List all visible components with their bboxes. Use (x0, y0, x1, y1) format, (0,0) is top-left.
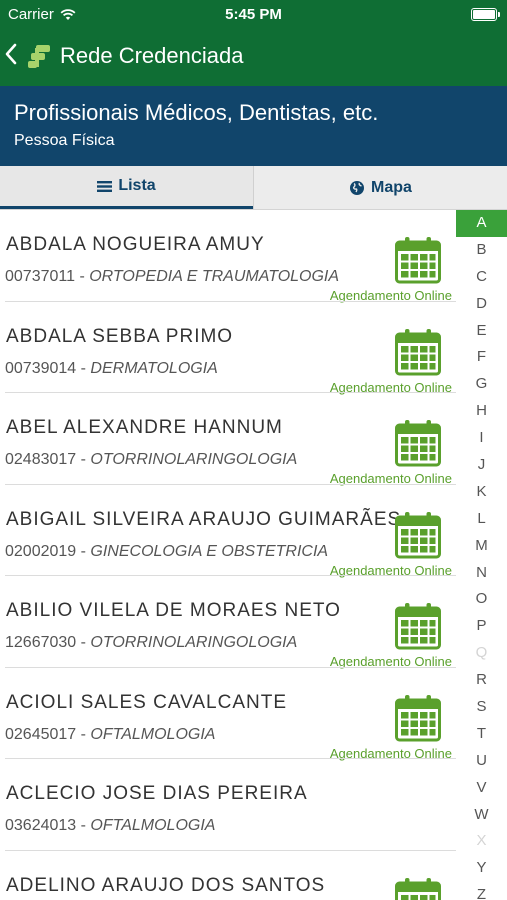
top-bar: Carrier 5:45 PM Rede Credenciada (0, 0, 507, 86)
calendar-icon[interactable] (395, 877, 441, 900)
index-letter-j[interactable]: J (456, 452, 507, 479)
index-letter-g[interactable]: G (456, 371, 507, 398)
nav-title: Rede Credenciada (60, 43, 244, 68)
index-letter-p[interactable]: P (456, 613, 507, 640)
provider-name: ABDALA NOGUEIRA AMUY (6, 234, 265, 255)
meta-separator: - (76, 451, 91, 468)
index-letter-v[interactable]: V (456, 775, 507, 802)
index-letter-n[interactable]: N (456, 560, 507, 587)
calendar-icon[interactable] (395, 694, 441, 742)
provider-row[interactable]: ADELINO ARAUJO DOS SANTOS Agendamento On… (0, 851, 456, 900)
provider-meta: 02002019 - GINECOLOGIA E OBSTETRICIA (5, 543, 328, 561)
index-letter-c[interactable]: C (456, 264, 507, 291)
meta-separator: - (76, 725, 91, 743)
meta-separator: - (76, 817, 91, 834)
nav-bar: Rede Credenciada (0, 38, 507, 74)
tab-mapa-label: Mapa (371, 178, 412, 196)
tab-lista[interactable]: Lista (0, 166, 253, 209)
provider-name: ACLECIO JOSE DIAS PEREIRA (6, 783, 308, 804)
provider-specialty: GINECOLOGIA E OBSTETRICIA (90, 542, 329, 560)
provider-specialty: ORTOPEDIA E TRAUMATOLOGIA (89, 268, 340, 285)
index-letter-s[interactable]: S (456, 694, 507, 721)
meta-separator: - (76, 542, 91, 560)
tab-mapa[interactable]: Mapa (253, 166, 507, 209)
provider-code: 00737011 (5, 268, 75, 285)
index-letter-z[interactable]: Z (456, 882, 507, 900)
provider-code: 02483017 (5, 451, 77, 468)
provider-name: ACIOLI SALES CAVALCANTE (6, 691, 287, 713)
index-letter-e[interactable]: E (456, 318, 507, 345)
index-letter-a[interactable]: A (456, 210, 507, 237)
index-letter-u[interactable]: U (456, 748, 507, 775)
provider-specialty: OFTALMOLOGIA (90, 725, 216, 743)
provider-name: ADELINO ARAUJO DOS SANTOS (6, 874, 326, 896)
index-letter-k[interactable]: K (456, 479, 507, 506)
provider-row[interactable]: ABEL ALEXANDRE HANNUM 02483017 - OTORRINO… (0, 393, 456, 486)
provider-meta: 03624013 - OFTALMOLOGIA (5, 817, 215, 835)
index-letter-r[interactable]: R (456, 667, 507, 694)
index-letter-f[interactable]: F (456, 344, 507, 371)
provider-name: ABEL ALEXANDRE HANNUM (6, 417, 283, 438)
index-letter-t[interactable]: T (456, 721, 507, 748)
brand-logo-icon (28, 45, 50, 68)
back-button[interactable] (4, 43, 24, 69)
tab-lista-label: Lista (118, 177, 156, 194)
index-letter-m[interactable]: M (456, 533, 507, 560)
index-letter-h[interactable]: H (456, 398, 507, 425)
chevron-left-icon (5, 43, 17, 65)
provider-specialty: DERMATOLOGIA (90, 359, 218, 377)
index-letter-i[interactable]: I (456, 425, 507, 452)
list-icon (97, 180, 113, 192)
index-letter-l[interactable]: L (456, 506, 507, 533)
provider-name: ABILIO VILELA DE MORAES NETO (6, 600, 341, 621)
meta-separator: - (76, 634, 91, 651)
battery-icon (471, 8, 500, 21)
provider-code: 00739014 (5, 359, 77, 377)
calendar-icon[interactable] (395, 602, 441, 650)
view-tabs: Lista Mapa (0, 166, 507, 210)
section-subtitle: Pessoa Física (14, 132, 115, 149)
provider-row[interactable]: ABDALA NOGUEIRA AMUY 00737011 - ORTOPEDIA… (0, 210, 456, 303)
provider-list: ABDALA NOGUEIRA AMUY 00737011 - ORTOPEDIA… (0, 210, 456, 900)
provider-specialty: OTORRINOLARINGOLOGIA (90, 451, 298, 468)
index-letter-q[interactable]: Q (456, 640, 507, 667)
provider-row[interactable]: ABILIO VILELA DE MORAES NETO 12667030 - O… (0, 576, 456, 669)
provider-code: 02002019 (5, 542, 77, 560)
provider-specialty: OFTALMOLOGIA (90, 817, 216, 834)
provider-name: ABIGAIL SILVEIRA ARAUJO GUIMARÃES (6, 508, 402, 530)
provider-meta: 00737011 - ORTOPEDIA E TRAUMATOLOGIA (5, 268, 339, 286)
provider-row[interactable]: ABIGAIL SILVEIRA ARAUJO GUIMARÃES 0200201… (0, 485, 456, 578)
index-letter-w[interactable]: W (456, 802, 507, 829)
provider-meta: 02483017 - OTORRINOLARINGOLOGIA (5, 451, 297, 469)
alphabet-index: ABCDEFGHIJKLMNOPQRSTUVWXYZ (456, 210, 507, 900)
provider-meta: 12667030 - OTORRINOLARINGOLOGIA (5, 634, 297, 652)
calendar-icon[interactable] (395, 236, 441, 284)
meta-separator: - (75, 268, 90, 285)
provider-meta: 02645017 - OFTALMOLOGIA (5, 726, 215, 744)
calendar-icon[interactable] (395, 419, 441, 467)
section-title: Profissionais Médicos, Dentistas, etc. (14, 100, 379, 125)
provider-name: ABDALA SEBBA PRIMO (6, 325, 234, 347)
provider-code: 02645017 (5, 725, 77, 743)
index-letter-o[interactable]: O (456, 586, 507, 613)
section-header: Profissionais Médicos, Dentistas, etc. P… (0, 86, 507, 166)
globe-icon (350, 180, 365, 195)
provider-meta: 00739014 - DERMATOLOGIA (5, 360, 218, 378)
status-time: 5:45 PM (225, 6, 282, 23)
index-letter-d[interactable]: D (456, 291, 507, 318)
provider-row[interactable]: ABDALA SEBBA PRIMO 00739014 - DERMATOLOGI… (0, 302, 456, 395)
meta-separator: - (76, 359, 91, 377)
index-letter-y[interactable]: Y (456, 855, 507, 882)
index-letter-b[interactable]: B (456, 237, 507, 264)
provider-row[interactable]: ACLECIO JOSE DIAS PEREIRA 03624013 - OFTA… (0, 759, 456, 851)
status-bar: Carrier 5:45 PM (0, 0, 507, 30)
calendar-icon[interactable] (395, 328, 441, 376)
provider-code: 03624013 (5, 817, 77, 834)
provider-row[interactable]: ACIOLI SALES CAVALCANTE 02645017 - OFTALM… (0, 668, 456, 761)
provider-code: 12667030 (5, 634, 77, 651)
index-letter-x[interactable]: X (456, 828, 507, 855)
calendar-icon[interactable] (395, 511, 441, 559)
provider-specialty: OTORRINOLARINGOLOGIA (90, 634, 298, 651)
